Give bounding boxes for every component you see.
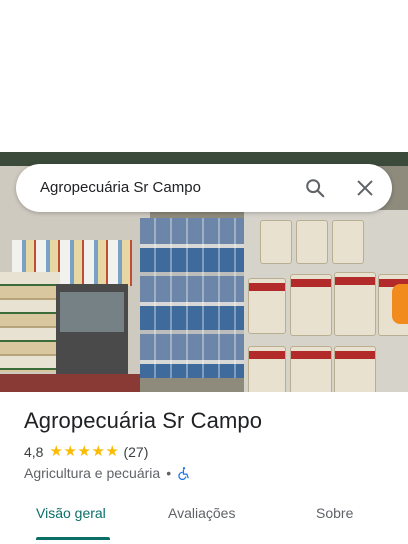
photo-floor [0, 374, 140, 392]
place-title: Agropecuária Sr Campo [24, 408, 263, 433]
photo-right-shelf [244, 210, 408, 392]
wheelchair-accessible-icon [177, 466, 191, 481]
photo-middle-shelf [140, 218, 248, 378]
close-icon[interactable] [354, 177, 376, 199]
star-icon: ★ [49, 443, 63, 460]
photo-product-bag [248, 278, 286, 334]
star-icon: ★ [91, 443, 105, 460]
rating-value: 4,8 [24, 444, 44, 460]
rating-stars: ★ ★ ★ ★ ★ [49, 443, 119, 460]
tab-about[interactable]: Sobre [316, 505, 353, 521]
rating-row[interactable]: 4,8 ★ ★ ★ ★ ★ (27) [24, 444, 148, 460]
tab-reviews[interactable]: Avaliações [168, 505, 235, 521]
photo-product-bag [290, 346, 332, 392]
category-row: Agricultura e pecuária • [24, 465, 191, 481]
separator-dot: • [166, 465, 172, 481]
place-category: Agricultura e pecuária [24, 465, 161, 481]
active-tab-indicator [36, 537, 110, 540]
review-count[interactable]: (27) [123, 444, 148, 460]
photo-product-bag [296, 220, 328, 264]
photo-product-bag [248, 346, 286, 392]
star-icon: ★ [105, 443, 119, 460]
photo-product-bag [332, 220, 364, 264]
photo-product-bag [334, 272, 376, 336]
place-tabs: Visão geral Avaliações Sobre [0, 496, 408, 544]
photo-counter-glass [60, 292, 124, 332]
tab-overview[interactable]: Visão geral [36, 505, 106, 521]
photo-product-bag [290, 274, 332, 336]
photo-orange-item [392, 284, 408, 324]
photo-left-rack [0, 272, 60, 372]
search-icon[interactable] [304, 177, 326, 199]
photo-product-bag [334, 346, 376, 392]
photo-product-bag [260, 220, 292, 264]
search-query[interactable]: Agropecuária Sr Campo [40, 179, 201, 196]
star-icon: ★ [63, 443, 77, 460]
star-icon: ★ [77, 443, 91, 460]
search-bar[interactable]: Agropecuária Sr Campo [16, 164, 392, 212]
blank-header-area [0, 0, 408, 152]
